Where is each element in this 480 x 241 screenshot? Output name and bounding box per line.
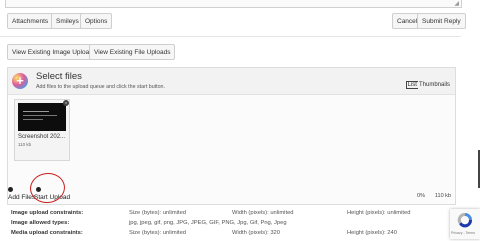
recaptcha-badge[interactable]: Privacy - Terms <box>450 209 480 239</box>
upload-constraints: Image upload constraints: Size (bytes): … <box>0 210 461 241</box>
file-thumbnail[interactable]: × Screenshot 202... 110 kb <box>14 99 70 161</box>
view-image-uploads-button[interactable]: View Existing Image Uploads <box>7 44 102 60</box>
constraint-row: Image allowed types: jpg, jpeg, gif, png… <box>11 220 287 226</box>
reply-form: ◢ Attachments Smileys Options Cancel Sub… <box>0 0 466 241</box>
upload-progress: 0% <box>417 193 425 199</box>
file-name: Screenshot 202... <box>18 134 66 140</box>
existing-uploads-row: View Existing Image Uploads View Existin… <box>0 40 461 62</box>
uploader-footer: Add Files Start Upload 0% 110 kb <box>8 185 455 204</box>
screenshot-preview-image <box>18 103 66 131</box>
thumbnails-view-button[interactable]: Thumbnails <box>418 82 451 88</box>
file-uploader: + Select files Add files to the upload q… <box>7 67 456 205</box>
recaptcha-links[interactable]: Privacy - Terms <box>451 231 475 235</box>
view-file-uploads-button[interactable]: View Existing File Uploads <box>89 44 176 60</box>
constraint-row: Media upload constraints: Size (bytes): … <box>11 230 397 236</box>
list-view-button[interactable]: List <box>405 81 418 89</box>
view-toggle: List Thumbnails <box>405 81 451 89</box>
add-files-icon[interactable] <box>8 187 13 192</box>
total-size: 110 kb <box>434 193 451 199</box>
uploader-subtitle: Add files to the upload queue and click … <box>36 84 165 90</box>
uploader-title: Select files <box>36 71 82 82</box>
resize-grip-icon[interactable]: ◢ <box>454 1 459 7</box>
message-textarea[interactable]: ◢ <box>5 0 462 8</box>
remove-file-icon[interactable]: × <box>63 100 69 106</box>
reply-toolbar: Attachments Smileys Options Cancel Submi… <box>0 9 466 33</box>
constraint-row: Image upload constraints: Size (bytes): … <box>11 210 411 216</box>
attachments-button[interactable]: Attachments <box>7 13 54 29</box>
recaptcha-icon <box>457 212 473 228</box>
add-files-plus-icon[interactable]: + <box>12 73 28 89</box>
smileys-button[interactable]: Smileys <box>51 13 84 29</box>
divider <box>0 36 461 37</box>
submit-reply-button[interactable]: Submit Reply <box>417 13 466 29</box>
file-size: 110 kb <box>18 142 32 147</box>
options-button[interactable]: Options <box>80 13 113 29</box>
uploader-header: + Select files Add files to the upload q… <box>8 68 455 95</box>
